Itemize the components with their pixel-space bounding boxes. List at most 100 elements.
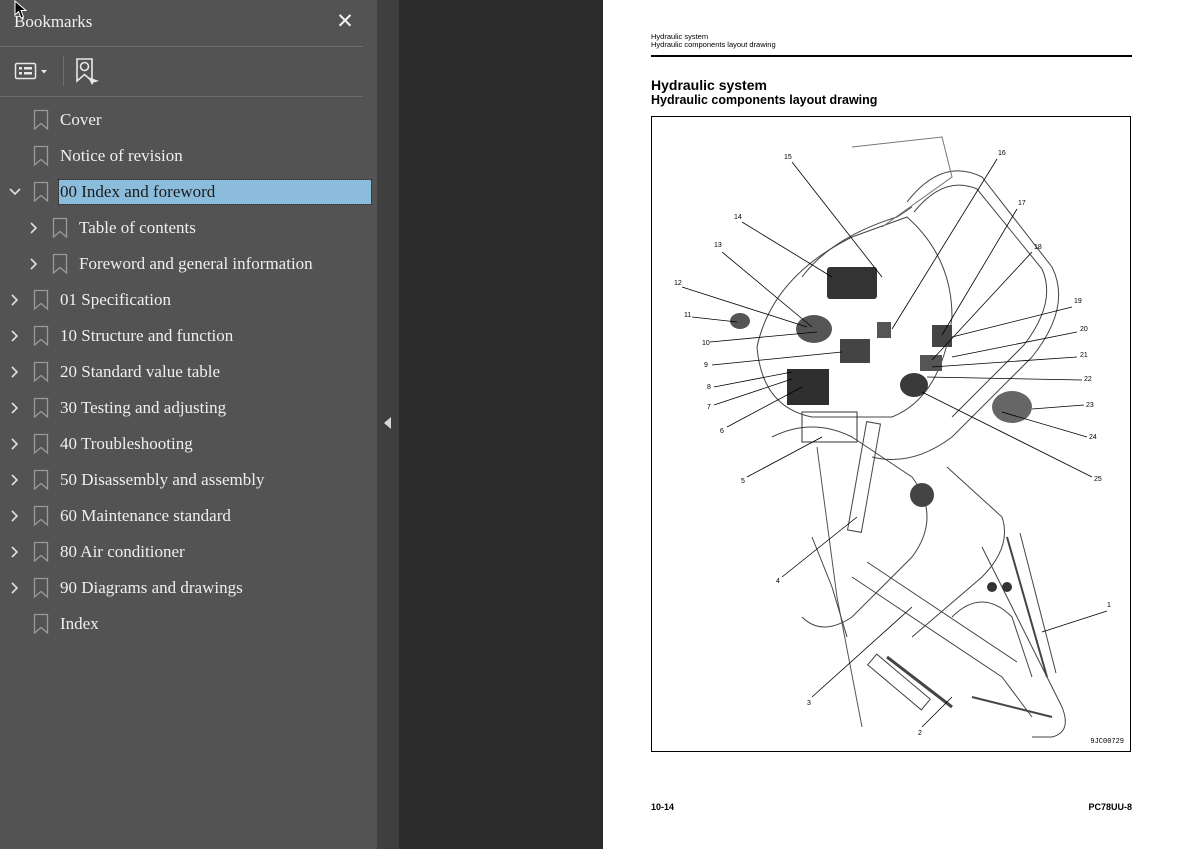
bookmark-icon: [33, 541, 49, 563]
chevron-right-icon[interactable]: [27, 218, 41, 238]
bookmark-label[interactable]: Index: [59, 612, 100, 636]
bookmark-icon: [33, 613, 49, 635]
bookmark-icon: [33, 505, 49, 527]
bookmark-label[interactable]: 50 Disassembly and assembly: [59, 468, 265, 492]
bookmark-label[interactable]: 20 Standard value table: [59, 360, 221, 384]
bookmark-item[interactable]: 10 Structure and function: [0, 318, 377, 354]
bookmark-item[interactable]: Notice of revision: [0, 138, 377, 174]
callout-number: 9: [704, 362, 708, 369]
callout-number: 25: [1094, 476, 1102, 483]
running-head-line2: Hydraulic components layout drawing: [651, 40, 776, 49]
bookmark-label[interactable]: Cover: [59, 108, 103, 132]
bookmark-item[interactable]: Foreword and general information: [0, 246, 377, 282]
callout-number: 7: [707, 404, 711, 411]
bookmark-icon: [33, 289, 49, 311]
callout-number: 15: [784, 154, 792, 161]
callout-number: 4: [776, 578, 780, 585]
bookmark-label[interactable]: 40 Troubleshooting: [59, 432, 194, 456]
bookmark-label[interactable]: 80 Air conditioner: [59, 540, 186, 564]
bookmark-item[interactable]: 20 Standard value table: [0, 354, 377, 390]
find-bookmark-icon[interactable]: [74, 57, 102, 85]
callout-number: 6: [720, 428, 724, 435]
bookmark-icon: [33, 109, 49, 131]
chevron-right-icon[interactable]: [8, 470, 22, 490]
callout-number: 8: [707, 384, 711, 391]
section-subtitle: Hydraulic components layout drawing: [651, 93, 878, 107]
bookmark-item[interactable]: 50 Disassembly and assembly: [0, 462, 377, 498]
bookmark-label[interactable]: 90 Diagrams and drawings: [59, 576, 244, 600]
bookmark-icon: [33, 325, 49, 347]
bookmark-item[interactable]: 01 Specification: [0, 282, 377, 318]
bookmark-item[interactable]: Cover: [0, 102, 377, 138]
chevron-right-icon[interactable]: [8, 398, 22, 418]
bookmark-label[interactable]: Notice of revision: [59, 144, 184, 168]
bookmark-icon: [52, 253, 68, 275]
chevron-right-icon[interactable]: [8, 290, 22, 310]
callout-number: 3: [807, 700, 811, 707]
list-options-icon[interactable]: [14, 57, 52, 85]
callout-number: 20: [1080, 326, 1088, 333]
page-number: 10-14: [651, 802, 675, 812]
chevron-right-icon[interactable]: [8, 506, 22, 526]
chevron-right-icon[interactable]: [8, 326, 22, 346]
bookmark-icon: [33, 469, 49, 491]
chevron-right-icon[interactable]: [8, 542, 22, 562]
bookmarks-toolbar: [0, 47, 363, 96]
bookmark-item[interactable]: 80 Air conditioner: [0, 534, 377, 570]
callout-number: 19: [1074, 298, 1082, 305]
bookmark-icon: [33, 433, 49, 455]
chevron-right-icon[interactable]: [8, 434, 22, 454]
callout-number: 13: [714, 242, 722, 249]
bookmark-item[interactable]: 30 Testing and adjusting: [0, 390, 377, 426]
bookmark-label[interactable]: Foreword and general information: [78, 252, 314, 276]
bookmark-item[interactable]: 40 Troubleshooting: [0, 426, 377, 462]
chevron-right-icon[interactable]: [8, 578, 22, 598]
toolbar-separator: [63, 56, 64, 86]
chevron-right-icon[interactable]: [8, 362, 22, 382]
bookmark-item[interactable]: 60 Maintenance standard: [0, 498, 377, 534]
bookmark-icon: [33, 361, 49, 383]
bookmark-item[interactable]: Table of contents: [0, 210, 377, 246]
mouse-cursor-icon: [14, 0, 28, 19]
bookmarks-header: Bookmarks ✕: [0, 0, 377, 46]
close-icon[interactable]: ✕: [334, 8, 356, 34]
bookmark-label[interactable]: 00 Index and foreword: [58, 179, 372, 205]
panel-splitter[interactable]: [377, 0, 399, 849]
bookmark-icon: [52, 217, 68, 239]
callout-number: 1: [1107, 602, 1111, 609]
collapse-panel-icon[interactable]: [384, 417, 391, 429]
bookmark-label[interactable]: 30 Testing and adjusting: [59, 396, 227, 420]
header-rule: [651, 55, 1132, 57]
bookmark-label[interactable]: Table of contents: [78, 216, 197, 240]
callout-number: 21: [1080, 352, 1088, 359]
bookmark-item[interactable]: 00 Index and foreword: [0, 174, 377, 210]
callout-number: 5: [741, 478, 745, 485]
bookmark-item[interactable]: Index: [0, 606, 377, 642]
callout-number: 10: [702, 340, 710, 347]
hydraulic-layout-drawing: 1234567891011121314151617181920212223242…: [674, 136, 1111, 738]
bookmarks-panel: Bookmarks ✕ Cover Notice of revision 00 In…: [0, 0, 377, 849]
chevron-down-icon[interactable]: [8, 182, 22, 202]
bookmark-item[interactable]: 90 Diagrams and drawings: [0, 570, 377, 606]
bookmark-label[interactable]: 60 Maintenance standard: [59, 504, 232, 528]
callout-number: 11: [684, 312, 691, 319]
section-title: Hydraulic system: [651, 77, 767, 93]
hydraulic-layout-figure: 1 2 3 4 5 6 7 8 9 10 11 12 13 14 15 16 17 18 19 20 21 22 23 24 2…: [651, 116, 1131, 752]
callout-number: 14: [734, 214, 742, 221]
bookmark-icon: [33, 397, 49, 419]
toolbar-divider: [0, 96, 363, 97]
chevron-right-icon[interactable]: [27, 254, 41, 274]
bookmark-icon: [33, 145, 49, 167]
bookmark-tree: Cover Notice of revision 00 Index and fore…: [0, 102, 377, 642]
bookmark-label[interactable]: 10 Structure and function: [59, 324, 234, 348]
bookmark-icon: [33, 577, 49, 599]
callout-number: 17: [1018, 200, 1026, 207]
running-head: Hydraulic system Hydraulic components la…: [651, 33, 776, 49]
callout-number: 22: [1084, 376, 1092, 383]
bookmark-label[interactable]: 01 Specification: [59, 288, 172, 312]
callout-number: 18: [1034, 244, 1042, 251]
model-number: PC78UU-8: [1088, 802, 1132, 812]
callout-number: 24: [1089, 434, 1097, 441]
callout-number: 2: [918, 730, 922, 737]
callout-number: 16: [998, 150, 1006, 157]
